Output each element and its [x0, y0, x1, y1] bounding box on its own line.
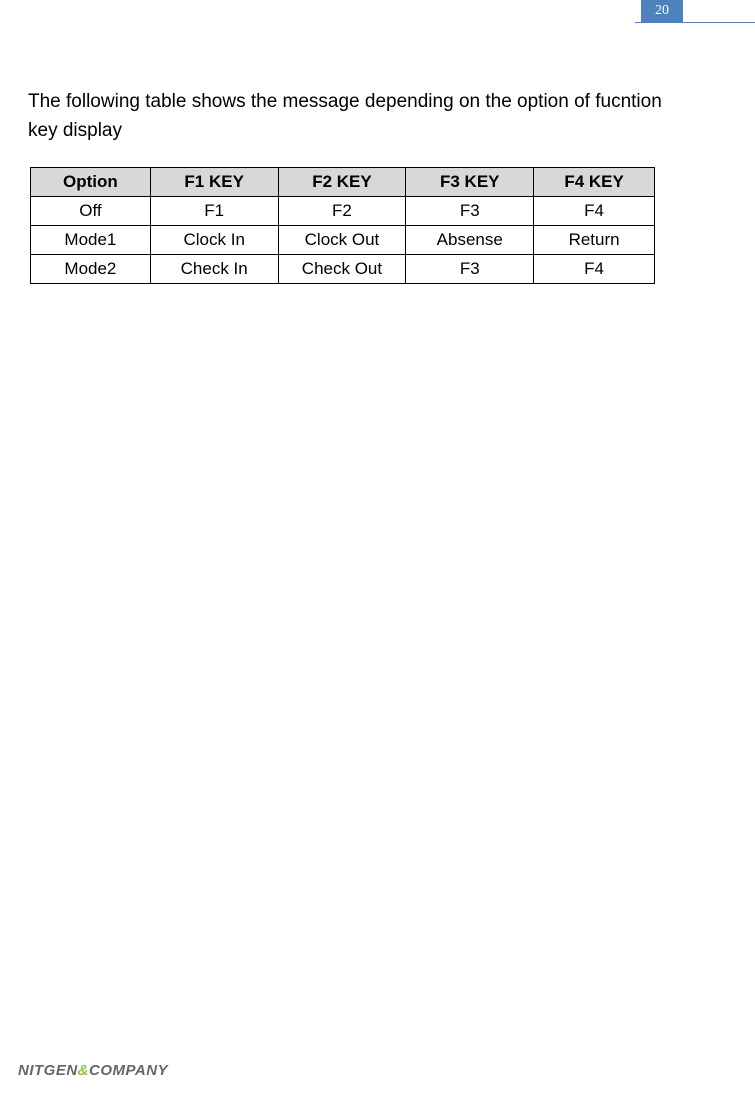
cell-option: Mode2 [31, 255, 151, 284]
cell-option: Mode1 [31, 226, 151, 255]
cell-f4: F4 [534, 197, 655, 226]
table-header-row: Option F1 KEY F2 KEY F3 KEY F4 KEY [31, 168, 655, 197]
cell-f2: Clock Out [278, 226, 406, 255]
header-f2: F2 KEY [278, 168, 406, 197]
cell-f2: F2 [278, 197, 406, 226]
page-content: The following table shows the message de… [24, 88, 731, 284]
table-row: Mode2 Check In Check Out F3 F4 [31, 255, 655, 284]
header-option: Option [31, 168, 151, 197]
header-f1: F1 KEY [150, 168, 278, 197]
footer-brand: NITGEN&COMPANY [18, 1062, 168, 1079]
function-key-table: Option F1 KEY F2 KEY F3 KEY F4 KEY Off F… [30, 167, 655, 284]
cell-f1: Clock In [150, 226, 278, 255]
intro-paragraph: The following table shows the message de… [24, 88, 731, 145]
footer-text-amp: & [78, 1062, 89, 1079]
footer-text-company: COMPANY [89, 1062, 168, 1079]
cell-f1: F1 [150, 197, 278, 226]
cell-f1: Check In [150, 255, 278, 284]
table-row: Mode1 Clock In Clock Out Absense Return [31, 226, 655, 255]
page-header: 20 [0, 0, 755, 24]
header-divider [635, 22, 755, 23]
cell-f3: F3 [406, 255, 534, 284]
header-f3: F3 KEY [406, 168, 534, 197]
cell-f4: F4 [534, 255, 655, 284]
cell-f3: F3 [406, 197, 534, 226]
cell-f4: Return [534, 226, 655, 255]
page-number: 20 [641, 0, 683, 22]
header-f4: F4 KEY [534, 168, 655, 197]
cell-f2: Check Out [278, 255, 406, 284]
footer-text-nitgen: NITGEN [18, 1062, 78, 1079]
cell-f3: Absense [406, 226, 534, 255]
table-row: Off F1 F2 F3 F4 [31, 197, 655, 226]
cell-option: Off [31, 197, 151, 226]
